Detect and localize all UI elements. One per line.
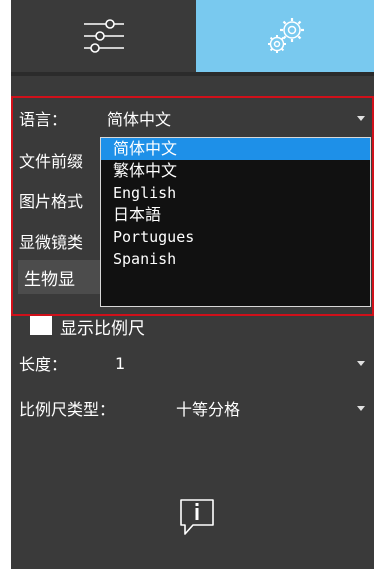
microscope-type-label: 显微镜类 <box>19 233 84 252</box>
language-row: 语言： <box>19 104 67 132</box>
length-select[interactable]: 1 <box>107 349 371 377</box>
chevron-down-icon <box>357 116 365 121</box>
tab-divider <box>11 72 374 76</box>
show-scale-label: 显示比例尺 <box>60 319 145 339</box>
language-label: 语言： <box>19 110 68 129</box>
microscope-type-row: 显微镜类 <box>19 227 83 255</box>
length-row: 长度： <box>19 349 67 377</box>
info-icon <box>180 499 214 535</box>
microscope-type-select[interactable]: 生物显 <box>18 260 108 294</box>
microscope-type-value: 生物显 <box>24 269 75 290</box>
image-format-row: 图片格式 <box>19 186 83 214</box>
tab-bar <box>11 0 374 72</box>
info-button[interactable] <box>179 498 215 542</box>
image-format-label: 图片格式 <box>19 192 84 211</box>
scale-type-value: 十等分格 <box>176 400 241 419</box>
file-prefix-label: 文件前缀 <box>19 152 84 171</box>
dropdown-option-japanese[interactable]: 日本語 <box>101 204 370 226</box>
language-select[interactable]: 简体中文 <box>99 104 371 132</box>
chevron-down-icon <box>357 406 365 411</box>
dropdown-option-traditional-chinese[interactable]: 繁体中文 <box>101 160 370 182</box>
length-label: 长度： <box>19 355 68 374</box>
dropdown-option-spanish[interactable]: Spanish <box>101 248 370 270</box>
sliders-icon <box>83 19 124 53</box>
language-value: 简体中文 <box>107 110 172 129</box>
dropdown-option-simplified-chinese[interactable]: 简体中文 <box>101 138 370 160</box>
chevron-down-icon <box>357 361 365 366</box>
length-value: 1 <box>115 353 126 373</box>
file-prefix-row: 文件前缀 <box>19 146 83 174</box>
language-dropdown-list: 简体中文 繁体中文 English 日本語 Portugues Spanish <box>100 137 371 307</box>
dropdown-option-portugues[interactable]: Portugues <box>101 226 370 248</box>
gears-icon <box>268 18 304 53</box>
dropdown-option-english[interactable]: English <box>101 182 370 204</box>
show-scale-checkbox[interactable] <box>30 315 52 335</box>
scale-type-select[interactable]: 十等分格 <box>156 394 371 422</box>
scale-type-row: 比例尺类型： <box>19 394 115 422</box>
scale-type-label: 比例尺类型： <box>19 400 116 419</box>
tab-sliders[interactable] <box>11 0 196 72</box>
tab-settings[interactable] <box>196 0 374 72</box>
